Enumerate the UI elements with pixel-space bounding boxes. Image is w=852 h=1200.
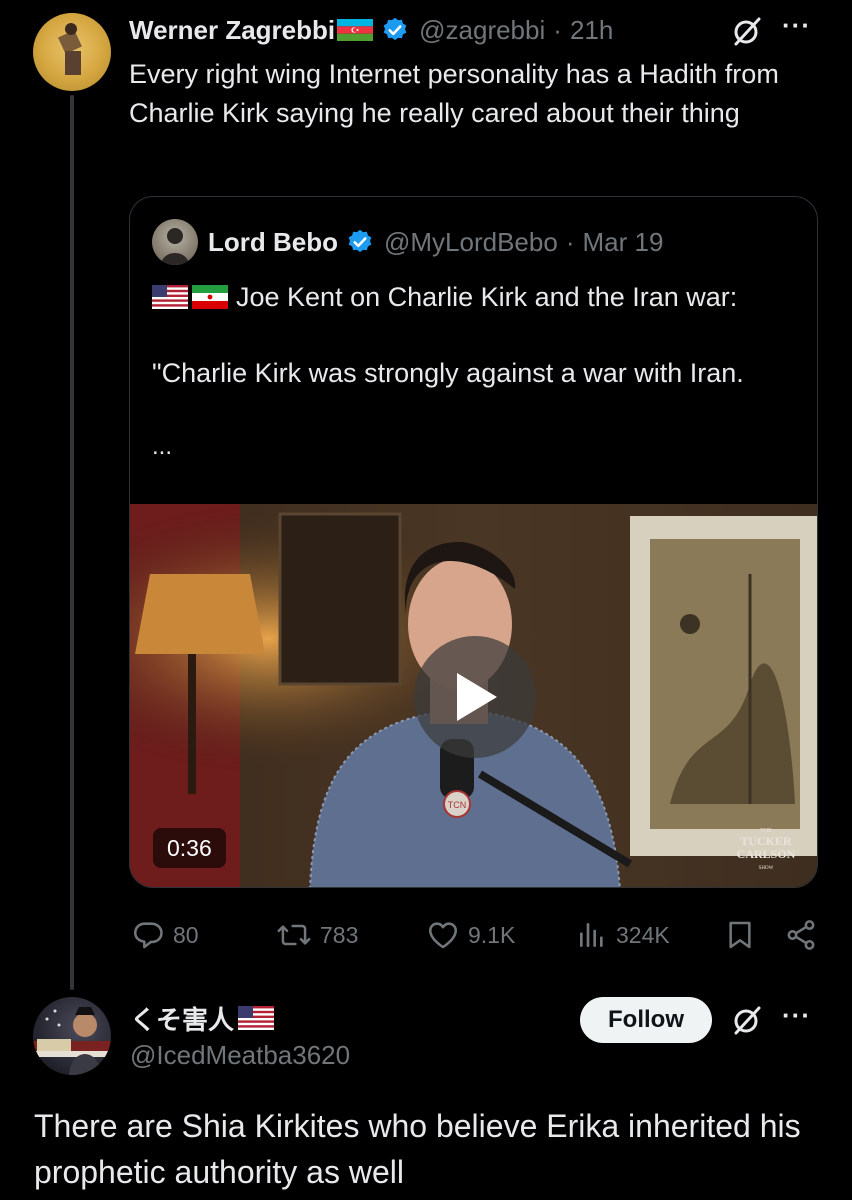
views-icon	[580, 923, 603, 947]
us-flag-icon	[152, 285, 188, 309]
more-options-icon[interactable]: ···	[782, 10, 811, 41]
quote-line2: "Charlie Kirk was strongly against a war…	[152, 358, 744, 388]
author-name[interactable]: Werner Zagrebbi	[129, 15, 335, 46]
bookmark-icon	[729, 921, 751, 949]
us-flag-icon	[238, 1006, 275, 1030]
azerbaijan-flag-icon	[337, 19, 374, 41]
like-count: 9.1K	[468, 921, 516, 948]
reply-author-name[interactable]: くそ害人	[130, 1000, 234, 1037]
reply-button[interactable]: 80	[131, 918, 199, 952]
avatar-bust-icon	[161, 228, 189, 265]
avatar-figure-icon	[58, 23, 82, 75]
watermark-line: SHOW	[759, 866, 774, 871]
iran-flag-icon	[192, 285, 228, 309]
follow-button[interactable]: Follow	[580, 997, 712, 1043]
separator-dot: ·	[553, 14, 562, 45]
bookmark-button[interactable]	[724, 918, 756, 957]
author-handle[interactable]: @zagrebbi	[419, 15, 545, 46]
tweet-header: Werner Zagrebbi @zagrebbi · 21h	[129, 12, 613, 48]
views-button[interactable]: 324K	[576, 918, 670, 952]
avatar-portrait-icon	[33, 1007, 111, 1075]
reply-author-row: くそ害人	[130, 1000, 275, 1037]
video-player[interactable]: TCN THE TUCKER CARLSON SHOW 0:36	[130, 504, 817, 887]
grok-icon[interactable]	[730, 14, 764, 48]
quoted-tweet[interactable]: Lord Bebo @MyLordBebo · Mar 19 Joe Kent …	[129, 196, 818, 888]
quote-separator-dot: ·	[565, 226, 575, 257]
reply-grok-icon[interactable]	[730, 1003, 764, 1037]
reply-icon	[133, 922, 163, 949]
play-button[interactable]	[414, 636, 536, 758]
heart-icon	[428, 922, 458, 949]
watermark-line: CARLSON	[737, 847, 796, 861]
reply-count: 80	[173, 921, 199, 948]
watermark-line: TUCKER	[740, 834, 792, 848]
quote-author-avatar	[152, 219, 198, 265]
share-button[interactable]	[784, 918, 818, 957]
reply-author-avatar[interactable]	[33, 997, 111, 1075]
repost-count: 783	[320, 921, 359, 948]
quote-ellipsis: ...	[152, 433, 173, 460]
thread-line	[70, 95, 74, 990]
quote-author-name: Lord Bebo	[208, 226, 338, 257]
repost-button[interactable]: 783	[276, 918, 358, 952]
like-button[interactable]: 9.1K	[426, 918, 515, 952]
quote-header: Lord Bebo @MyLordBebo · Mar 19	[208, 224, 663, 260]
quote-line1-text: Joe Kent on Charlie Kirk and the Iran wa…	[236, 281, 738, 312]
views-count: 324K	[616, 921, 670, 948]
video-duration: 0:36	[153, 828, 226, 868]
share-icon	[787, 920, 815, 950]
tweet-time[interactable]: 21h	[570, 15, 613, 46]
reply-text: There are Shia Kirkites who believe Erik…	[34, 1108, 801, 1190]
play-icon	[457, 673, 497, 721]
quote-verified-badge-icon	[346, 228, 374, 256]
repost-icon	[277, 924, 311, 946]
quote-author-handle: @MyLordBebo	[384, 226, 558, 257]
quote-line1: Joe Kent on Charlie Kirk and the Iran wa…	[152, 279, 737, 315]
quote-date: Mar 19	[582, 226, 664, 257]
author-avatar[interactable]	[33, 13, 111, 91]
mic-logo: TCN	[448, 800, 467, 810]
tweet-text: Every right wing Internet personality ha…	[129, 59, 779, 128]
verified-badge-icon	[381, 16, 409, 44]
reply-author-handle[interactable]: @IcedMeatba3620	[130, 1040, 350, 1071]
reply-more-options-icon[interactable]: ···	[782, 1000, 811, 1031]
